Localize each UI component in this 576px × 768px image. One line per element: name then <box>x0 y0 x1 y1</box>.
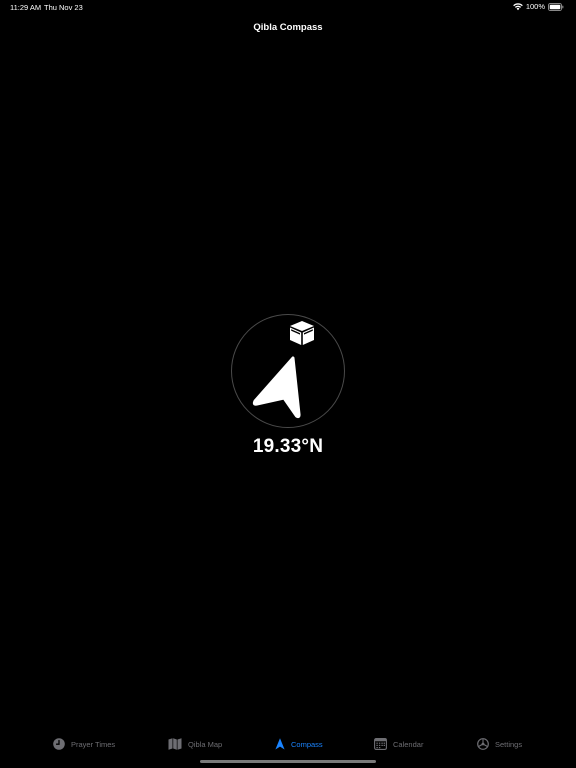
tab-label: Compass <box>291 739 323 749</box>
gear-icon <box>477 738 489 750</box>
tab-calendar[interactable]: Calendar <box>374 738 423 750</box>
kaaba-icon <box>287 318 317 348</box>
location-arrow-icon <box>275 738 285 750</box>
map-icon <box>168 738 182 750</box>
tab-prayer-times[interactable]: Prayer Times <box>53 738 115 750</box>
status-bar: 11:29 AM Thu Nov 23 100% <box>0 0 576 14</box>
home-indicator[interactable] <box>200 760 376 763</box>
latitude-readout: 19.33°N <box>252 436 324 457</box>
tab-label: Settings <box>495 739 523 749</box>
tab-label: Qibla Map <box>188 739 223 749</box>
calendar-icon <box>374 738 387 750</box>
tab-qibla-map[interactable]: Qibla Map <box>168 738 222 750</box>
clock-icon <box>53 738 65 750</box>
battery-percent: 100% <box>525 2 545 11</box>
wifi-icon <box>513 2 523 11</box>
tab-bar: Prayer Times Qibla Map Compass Calendar … <box>0 734 576 758</box>
battery-icon <box>548 2 564 11</box>
status-right: 100% <box>513 2 564 11</box>
tab-label: Prayer Times <box>71 739 116 749</box>
qibla-compass-screen: 11:29 AM Thu Nov 23 100% Qibla Compass 1… <box>0 0 576 768</box>
tab-settings[interactable]: Settings <box>477 738 522 750</box>
page-title: Qibla Compass <box>253 22 323 33</box>
status-time: 11:29 AM <box>10 3 42 12</box>
status-date: Thu Nov 23 <box>44 3 83 12</box>
compass <box>231 314 345 428</box>
tab-label: Calendar <box>393 739 424 749</box>
qibla-direction-arrow-icon <box>251 356 311 422</box>
tab-compass[interactable]: Compass <box>275 738 323 750</box>
